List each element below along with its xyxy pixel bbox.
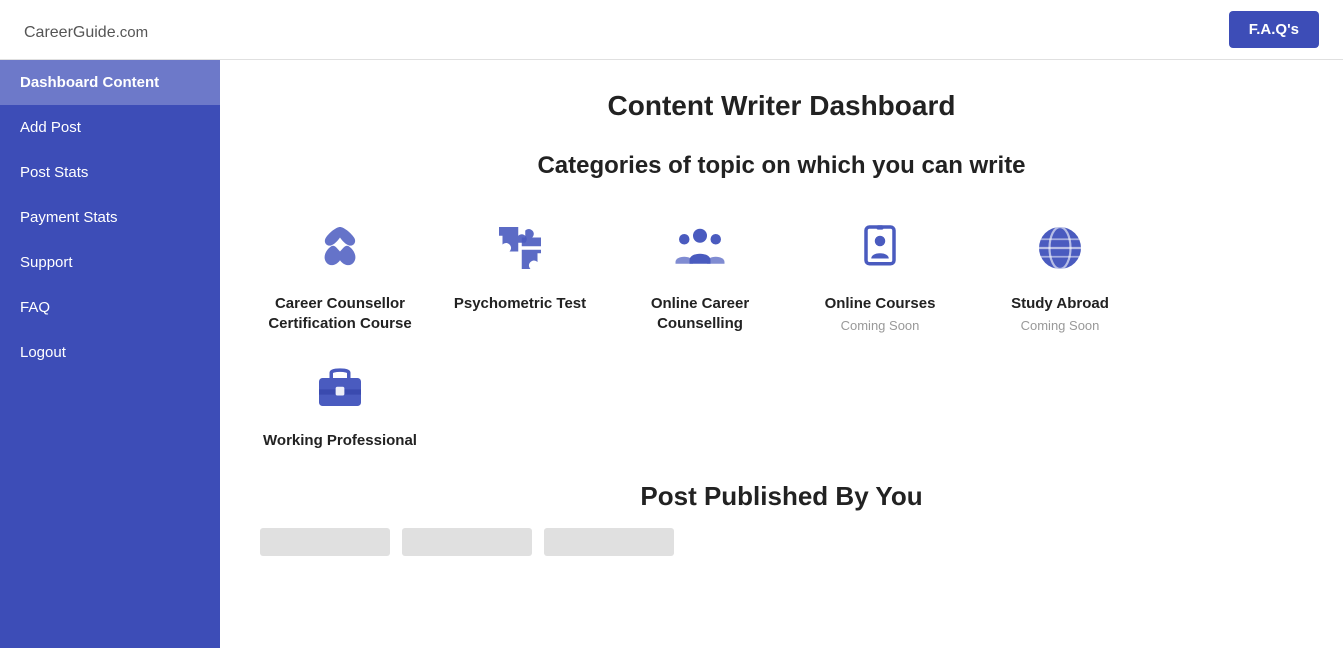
category-career-counsellor[interactable]: Career CounsellorCertification Course [260, 216, 420, 333]
table-col-3 [544, 528, 674, 556]
career-counsellor-label: Career CounsellorCertification Course [268, 294, 411, 333]
psychometric-test-label: Psychometric Test [454, 294, 586, 314]
briefcase-star-icon [308, 216, 372, 280]
study-abroad-coming-soon: Coming Soon [1021, 318, 1100, 333]
logo: CareerGuide.com [24, 17, 148, 43]
categories-row-1: Career CounsellorCertification Course Ps… [260, 216, 1303, 333]
category-online-career-counselling[interactable]: Online CareerCounselling [620, 216, 780, 333]
post-published-title: Post Published By You [260, 481, 1303, 512]
header: CareerGuide.com F.A.Q's [0, 0, 1343, 60]
category-study-abroad[interactable]: Study Abroad Coming Soon [980, 216, 1140, 333]
page-title: Content Writer Dashboard [260, 90, 1303, 122]
tablet-person-icon [848, 216, 912, 280]
table-col-2 [402, 528, 532, 556]
category-working-professional[interactable]: Working Professional [260, 353, 420, 451]
main-content: Content Writer Dashboard Categories of t… [220, 60, 1343, 648]
sidebar-item-logout[interactable]: Logout [0, 330, 220, 375]
sidebar: Dashboard Content Add Post Post Stats Pa… [0, 60, 220, 648]
sidebar-item-faq[interactable]: FAQ [0, 285, 220, 330]
working-professional-label: Working Professional [263, 431, 417, 451]
online-courses-label: Online Courses [825, 294, 936, 314]
categories-row-2: Working Professional [260, 353, 1303, 451]
logo-main: CareerGuide [24, 24, 116, 41]
logo-suffix: .com [116, 24, 149, 41]
online-career-counselling-label: Online CareerCounselling [651, 294, 749, 333]
briefcase-icon [308, 353, 372, 417]
people-icon [668, 216, 732, 280]
sidebar-item-dashboard-content[interactable]: Dashboard Content [0, 60, 220, 105]
faq-button[interactable]: F.A.Q's [1229, 11, 1319, 48]
sidebar-item-payment-stats[interactable]: Payment Stats [0, 195, 220, 240]
sidebar-item-support[interactable]: Support [0, 240, 220, 285]
study-abroad-label: Study Abroad [1011, 294, 1109, 314]
categories-title: Categories of topic on which you can wri… [260, 152, 1303, 180]
globe-icon [1028, 216, 1092, 280]
sidebar-item-post-stats[interactable]: Post Stats [0, 150, 220, 195]
table-col-1 [260, 528, 390, 556]
layout: Dashboard Content Add Post Post Stats Pa… [0, 60, 1343, 648]
table-header-placeholder [260, 528, 1303, 556]
category-online-courses[interactable]: Online Courses Coming Soon [800, 216, 960, 333]
puzzle-icon [488, 216, 552, 280]
category-psychometric-test[interactable]: Psychometric Test [440, 216, 600, 333]
online-courses-coming-soon: Coming Soon [841, 318, 920, 333]
sidebar-item-add-post[interactable]: Add Post [0, 105, 220, 150]
